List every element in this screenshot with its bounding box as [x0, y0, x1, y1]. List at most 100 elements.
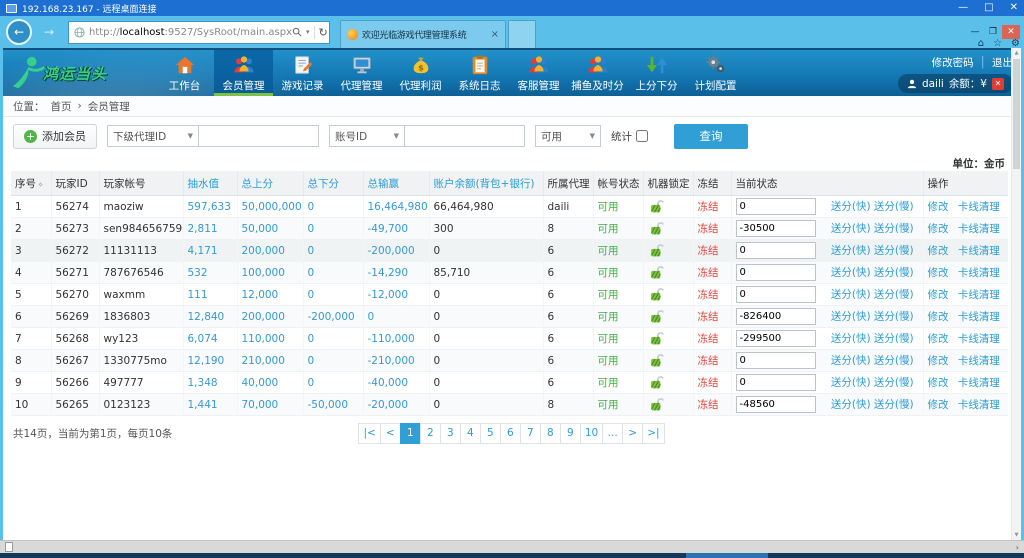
- scroll-up-icon[interactable]: ▲: [1012, 48, 1021, 58]
- cell-total-up-link[interactable]: 40,000: [237, 371, 304, 394]
- address-bar[interactable]: http://localhost:9527/SysRoot/main.aspx …: [68, 20, 330, 44]
- state-input[interactable]: [735, 220, 816, 237]
- page-button-2[interactable]: 2: [419, 422, 441, 444]
- send-fast-link[interactable]: 送分(快): [831, 311, 871, 323]
- edit-link[interactable]: 修改: [928, 399, 949, 411]
- cell-freeze-link[interactable]: 冻结: [693, 261, 732, 284]
- unlocked-padlock-icon[interactable]: [648, 331, 666, 346]
- send-fast-link[interactable]: 送分(快): [831, 245, 871, 257]
- cell-pump-link[interactable]: 12,190: [183, 349, 238, 372]
- cell-winloss-link[interactable]: -12,000: [363, 283, 430, 306]
- cell-total-up-link[interactable]: 70,000: [237, 393, 304, 416]
- unlocked-padlock-icon[interactable]: [648, 287, 666, 302]
- unlocked-padlock-icon[interactable]: [648, 243, 666, 258]
- cell-freeze-link[interactable]: 冻结: [693, 217, 732, 240]
- browser-back-button[interactable]: ←: [6, 19, 32, 45]
- cell-freeze-link[interactable]: 冻结: [693, 327, 732, 350]
- page-button->[interactable]: >: [622, 422, 644, 444]
- status-expand-icon[interactable]: ›: [1016, 543, 1019, 552]
- cell-total-up-link[interactable]: 200,000: [237, 239, 304, 262]
- cell-pump-link[interactable]: 2,811: [183, 217, 238, 240]
- page-button-3[interactable]: 3: [439, 422, 461, 444]
- send-fast-link[interactable]: 送分(快): [831, 201, 871, 213]
- column-header-4[interactable]: 抽水值: [183, 171, 238, 196]
- page-button-...[interactable]: ...: [602, 422, 624, 444]
- edit-link[interactable]: 修改: [928, 223, 949, 235]
- edit-link[interactable]: 修改: [928, 311, 949, 323]
- send-fast-link[interactable]: 送分(快): [831, 377, 871, 389]
- cell-freeze-link[interactable]: 冻结: [693, 305, 732, 328]
- nav-item-10[interactable]: 计划配置: [686, 50, 745, 96]
- page-button-<[interactable]: <: [379, 422, 401, 444]
- page-button-1[interactable]: 1: [399, 422, 421, 444]
- cell-winloss-link[interactable]: -20,000: [363, 393, 430, 416]
- kick-link[interactable]: 卡线清理: [958, 399, 1000, 411]
- cell-freeze-link[interactable]: 冻结: [693, 239, 732, 262]
- scrollbar-thumb[interactable]: [1013, 59, 1020, 169]
- kick-link[interactable]: 卡线清理: [958, 245, 1000, 257]
- cell-total-down-link[interactable]: -200,000: [303, 305, 364, 328]
- send-slow-link[interactable]: 送分(慢): [874, 311, 914, 323]
- cell-pump-link[interactable]: 1,441: [183, 393, 238, 416]
- kick-link[interactable]: 卡线清理: [958, 289, 1000, 301]
- cell-total-down-link[interactable]: 0: [303, 217, 364, 240]
- rdp-maximize-button[interactable]: □: [984, 3, 993, 13]
- kick-link[interactable]: 卡线清理: [958, 355, 1000, 367]
- window-close-button[interactable]: ✕: [1002, 25, 1020, 39]
- page-button-7[interactable]: 7: [519, 422, 541, 444]
- state-input[interactable]: [735, 286, 816, 303]
- edit-link[interactable]: 修改: [928, 201, 949, 213]
- sort-icon[interactable]: ⋄: [38, 180, 43, 189]
- column-header-7[interactable]: 总输赢: [363, 171, 430, 196]
- search-button[interactable]: 查询: [674, 123, 748, 149]
- cell-total-up-link[interactable]: 200,000: [237, 305, 304, 328]
- cell-winloss-link[interactable]: -14,290: [363, 261, 430, 284]
- tab-close-icon[interactable]: ×: [491, 29, 499, 40]
- cell-machine-lock[interactable]: [643, 195, 694, 218]
- account-id-input[interactable]: [405, 125, 525, 147]
- cell-winloss-link[interactable]: 0: [363, 305, 430, 328]
- state-input[interactable]: [735, 352, 816, 369]
- agent-id-select[interactable]: 下级代理ID ▼: [107, 125, 199, 147]
- edit-link[interactable]: 修改: [928, 267, 949, 279]
- kick-link[interactable]: 卡线清理: [958, 201, 1000, 213]
- cell-total-up-link[interactable]: 210,000: [237, 349, 304, 372]
- cell-freeze-link[interactable]: 冻结: [693, 349, 732, 372]
- cell-machine-lock[interactable]: [643, 283, 694, 306]
- state-input[interactable]: [735, 374, 816, 391]
- send-slow-link[interactable]: 送分(慢): [874, 223, 914, 235]
- search-icon[interactable]: [292, 27, 302, 37]
- send-fast-link[interactable]: 送分(快): [831, 333, 871, 345]
- cell-total-down-link[interactable]: 0: [303, 195, 364, 218]
- send-fast-link[interactable]: 送分(快): [831, 223, 871, 235]
- cell-pump-link[interactable]: 1,348: [183, 371, 238, 394]
- browser-tab[interactable]: 欢迎光临游戏代理管理系统 ×: [340, 20, 506, 48]
- cell-total-up-link[interactable]: 50,000,000: [237, 195, 304, 218]
- column-header-1[interactable]: 序号 ⋄: [11, 171, 52, 196]
- cell-total-down-link[interactable]: 0: [303, 283, 364, 306]
- rdp-close-button[interactable]: ✕: [1010, 3, 1018, 13]
- unlocked-padlock-icon[interactable]: [648, 353, 666, 368]
- send-slow-link[interactable]: 送分(慢): [874, 355, 914, 367]
- search-dropdown-icon[interactable]: ▾: [306, 28, 310, 36]
- unlocked-padlock-icon[interactable]: [648, 375, 666, 390]
- cell-total-up-link[interactable]: 100,000: [237, 261, 304, 284]
- agent-id-input[interactable]: [199, 125, 319, 147]
- cell-winloss-link[interactable]: -110,000: [363, 327, 430, 350]
- logout-link[interactable]: 退出: [992, 55, 1013, 70]
- cell-pump-link[interactable]: 4,171: [183, 239, 238, 262]
- page-button->|[interactable]: >|: [642, 422, 665, 444]
- rdp-minimize-button[interactable]: —: [958, 3, 968, 13]
- cell-freeze-link[interactable]: 冻结: [693, 393, 732, 416]
- status-select[interactable]: 可用 ▼: [535, 125, 601, 147]
- nav-item-8[interactable]: 捕鱼及时分: [568, 50, 627, 96]
- unlocked-padlock-icon[interactable]: [648, 199, 666, 214]
- send-fast-link[interactable]: 送分(快): [831, 355, 871, 367]
- state-input[interactable]: [735, 198, 816, 215]
- page-button-4[interactable]: 4: [459, 422, 481, 444]
- send-slow-link[interactable]: 送分(慢): [874, 399, 914, 411]
- cell-machine-lock[interactable]: [643, 371, 694, 394]
- browser-forward-button[interactable]: →: [36, 19, 62, 45]
- scroll-down-icon[interactable]: ▼: [1012, 530, 1021, 540]
- nav-item-3[interactable]: 游戏记录: [273, 50, 332, 96]
